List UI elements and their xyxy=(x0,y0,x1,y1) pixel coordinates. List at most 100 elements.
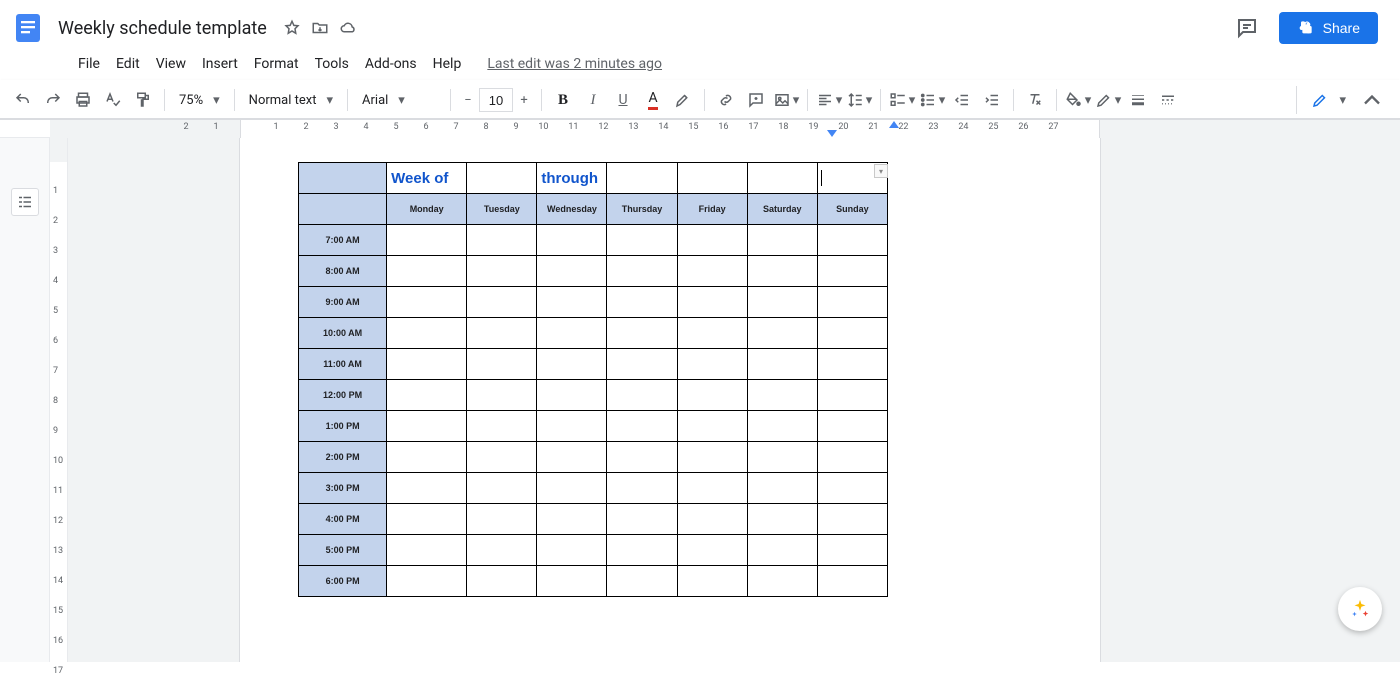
fill-color-icon[interactable]: ▾ xyxy=(1064,86,1092,114)
docs-logo-icon[interactable] xyxy=(8,8,48,48)
schedule-cell[interactable] xyxy=(677,225,747,256)
schedule-table[interactable]: Week of through Monday Tuesday Wednesday xyxy=(298,162,888,597)
schedule-cell[interactable] xyxy=(677,349,747,380)
last-edit-link[interactable]: Last edit was 2 minutes ago xyxy=(487,56,662,72)
schedule-cell[interactable] xyxy=(677,535,747,566)
schedule-cell[interactable] xyxy=(387,318,467,349)
table-row[interactable]: 5:00 PM xyxy=(299,535,888,566)
bold-icon[interactable]: B xyxy=(549,86,577,114)
indent-icon[interactable] xyxy=(978,86,1006,114)
left-indent-marker[interactable] xyxy=(827,130,837,137)
day-header[interactable]: Wednesday xyxy=(537,194,607,225)
page[interactable]: ▾ Week of through xyxy=(240,138,1100,662)
document-title[interactable]: Weekly schedule template xyxy=(52,16,273,41)
schedule-cell[interactable] xyxy=(607,535,677,566)
through-label[interactable]: through xyxy=(537,163,607,194)
menu-addons[interactable]: Add-ons xyxy=(357,52,425,76)
schedule-cell[interactable] xyxy=(747,225,817,256)
schedule-cell[interactable] xyxy=(677,318,747,349)
schedule-cell[interactable] xyxy=(817,473,887,504)
schedule-cell[interactable] xyxy=(817,442,887,473)
day-header[interactable]: Sunday xyxy=(817,194,887,225)
schedule-cell[interactable] xyxy=(817,318,887,349)
schedule-cell[interactable] xyxy=(747,535,817,566)
schedule-cell[interactable] xyxy=(747,411,817,442)
time-label[interactable]: 3:00 PM xyxy=(299,473,387,504)
day-header[interactable]: Tuesday xyxy=(467,194,537,225)
insert-link-icon[interactable] xyxy=(712,86,740,114)
font-size-input[interactable] xyxy=(479,88,513,112)
table-row[interactable]: 6:00 PM xyxy=(299,566,888,597)
font-size-decrease[interactable]: − xyxy=(457,88,479,112)
schedule-cell[interactable] xyxy=(387,411,467,442)
day-header[interactable]: Thursday xyxy=(607,194,677,225)
schedule-cell[interactable] xyxy=(537,256,607,287)
schedule-cell[interactable] xyxy=(467,473,537,504)
schedule-cell[interactable] xyxy=(537,225,607,256)
schedule-cell[interactable] xyxy=(467,287,537,318)
schedule-cell[interactable] xyxy=(747,318,817,349)
menu-view[interactable]: View xyxy=(148,52,194,76)
schedule-cell[interactable] xyxy=(747,256,817,287)
schedule-cell[interactable] xyxy=(387,225,467,256)
print-icon[interactable] xyxy=(69,86,97,114)
redo-icon[interactable] xyxy=(39,86,67,114)
border-width-icon[interactable] xyxy=(1124,86,1152,114)
schedule-cell[interactable] xyxy=(607,287,677,318)
schedule-cell[interactable] xyxy=(747,473,817,504)
schedule-cell[interactable] xyxy=(747,349,817,380)
schedule-cell[interactable] xyxy=(387,380,467,411)
spellcheck-icon[interactable] xyxy=(99,86,127,114)
table-row[interactable]: 1:00 PM xyxy=(299,411,888,442)
time-label[interactable]: 11:00 AM xyxy=(299,349,387,380)
schedule-cell[interactable] xyxy=(467,256,537,287)
paint-format-icon[interactable] xyxy=(129,86,157,114)
schedule-cell[interactable] xyxy=(537,566,607,597)
schedule-cell[interactable] xyxy=(607,411,677,442)
table-row[interactable]: 11:00 AM xyxy=(299,349,888,380)
table-row[interactable]: 8:00 AM xyxy=(299,256,888,287)
document-outline-icon[interactable] xyxy=(11,188,39,216)
schedule-cell[interactable] xyxy=(747,287,817,318)
schedule-cell[interactable] xyxy=(817,349,887,380)
schedule-cell[interactable] xyxy=(537,287,607,318)
schedule-cell[interactable] xyxy=(537,349,607,380)
schedule-cell[interactable] xyxy=(677,566,747,597)
time-label[interactable]: 6:00 PM xyxy=(299,566,387,597)
time-label[interactable]: 4:00 PM xyxy=(299,504,387,535)
menu-help[interactable]: Help xyxy=(425,52,470,76)
schedule-cell[interactable] xyxy=(537,504,607,535)
schedule-cell[interactable] xyxy=(467,535,537,566)
menu-insert[interactable]: Insert xyxy=(194,52,246,76)
outdent-icon[interactable] xyxy=(948,86,976,114)
schedule-cell[interactable] xyxy=(467,225,537,256)
schedule-cell[interactable] xyxy=(537,318,607,349)
schedule-cell[interactable] xyxy=(677,473,747,504)
schedule-cell[interactable] xyxy=(387,504,467,535)
schedule-cell[interactable] xyxy=(387,349,467,380)
table-row[interactable]: 4:00 PM xyxy=(299,504,888,535)
schedule-cell[interactable] xyxy=(387,473,467,504)
move-icon[interactable] xyxy=(311,19,329,37)
schedule-cell[interactable] xyxy=(677,287,747,318)
zoom-select[interactable]: 75% ▾ xyxy=(171,87,228,113)
schedule-cell[interactable] xyxy=(387,535,467,566)
editing-mode-select[interactable]: ▾ xyxy=(1296,86,1354,114)
schedule-cell[interactable] xyxy=(607,566,677,597)
time-label[interactable]: 5:00 PM xyxy=(299,535,387,566)
menu-edit[interactable]: Edit xyxy=(108,52,148,76)
through-value[interactable] xyxy=(607,163,677,194)
schedule-cell[interactable] xyxy=(607,473,677,504)
day-header[interactable]: Saturday xyxy=(747,194,817,225)
open-comments-icon[interactable] xyxy=(1233,14,1261,42)
schedule-cell[interactable] xyxy=(387,256,467,287)
table-row[interactable]: Monday Tuesday Wednesday Thursday Friday… xyxy=(299,194,888,225)
paragraph-style-select[interactable]: Normal text ▾ xyxy=(241,87,341,113)
schedule-cell[interactable] xyxy=(817,504,887,535)
highlight-icon[interactable] xyxy=(669,86,697,114)
underline-icon[interactable]: U xyxy=(609,86,637,114)
insert-image-icon[interactable]: ▾ xyxy=(772,86,800,114)
table-row[interactable]: 10:00 AM xyxy=(299,318,888,349)
schedule-cell[interactable] xyxy=(677,504,747,535)
schedule-cell[interactable] xyxy=(607,504,677,535)
